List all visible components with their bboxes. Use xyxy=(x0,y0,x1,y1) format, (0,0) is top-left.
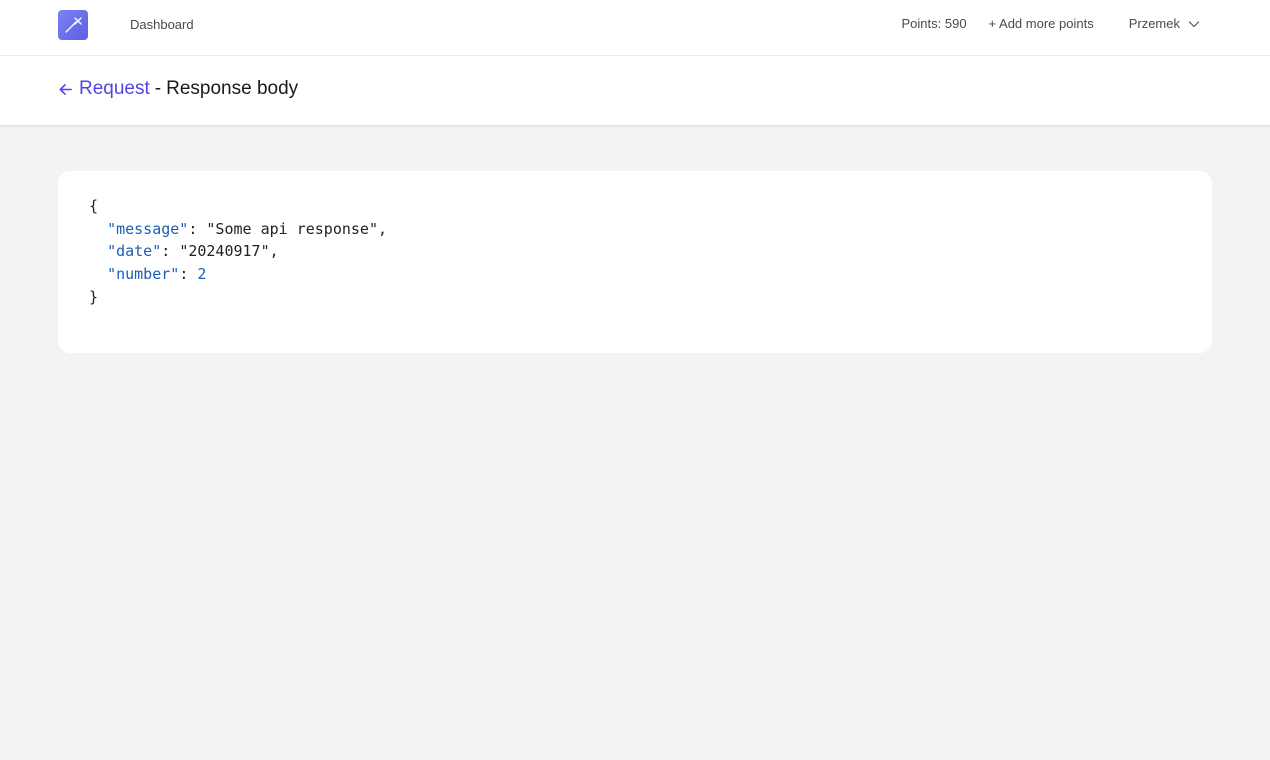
json-key: "message" xyxy=(107,219,189,238)
json-key: "date" xyxy=(107,242,162,261)
chevron-down-icon xyxy=(1188,20,1200,27)
breadcrumb: Request - Response body xyxy=(58,78,298,100)
json-line: "message": "Some api response", xyxy=(89,218,1181,241)
json-line: "number": 2 xyxy=(89,263,1181,286)
response-body-card: { "message": "Some api response", "date"… xyxy=(58,171,1212,353)
json-colon: : xyxy=(188,219,207,238)
nav-dashboard-link[interactable]: Dashboard xyxy=(130,17,194,32)
top-navigation: Dashboard Points: 590 + Add more points … xyxy=(0,0,1270,56)
add-points-link[interactable]: + Add more points xyxy=(989,16,1094,31)
page-title: Response body xyxy=(166,78,299,99)
json-colon: : xyxy=(161,242,180,261)
json-comma: , xyxy=(378,219,388,238)
arrow-left-icon xyxy=(59,83,72,95)
nav-right-group: Points: 590 + Add more points Przemek xyxy=(902,16,1201,31)
json-value: "Some api response" xyxy=(206,219,378,238)
logo-mark xyxy=(65,17,82,33)
page-header: Request - Response body xyxy=(0,56,1270,126)
json-line: "date": "20240917", xyxy=(89,240,1181,263)
json-open-brace: { xyxy=(89,197,99,215)
json-colon: : xyxy=(179,265,198,284)
back-link-label: Request xyxy=(79,78,150,99)
points-balance: Points: 590 xyxy=(901,16,967,31)
json-key: "number" xyxy=(107,265,180,284)
json-value: "20240917" xyxy=(179,242,270,261)
user-name: Przemek xyxy=(1128,16,1180,31)
back-to-request-link[interactable]: Request xyxy=(58,78,150,100)
json-close-brace: } xyxy=(89,287,99,306)
json-comma: , xyxy=(269,242,279,261)
user-menu[interactable]: Przemek xyxy=(1129,16,1200,31)
json-response-view: { "message": "Some api response", "date"… xyxy=(89,195,1181,309)
title-separator: - xyxy=(154,78,162,99)
json-value: 2 xyxy=(197,265,207,284)
logo-icon[interactable] xyxy=(58,10,88,40)
